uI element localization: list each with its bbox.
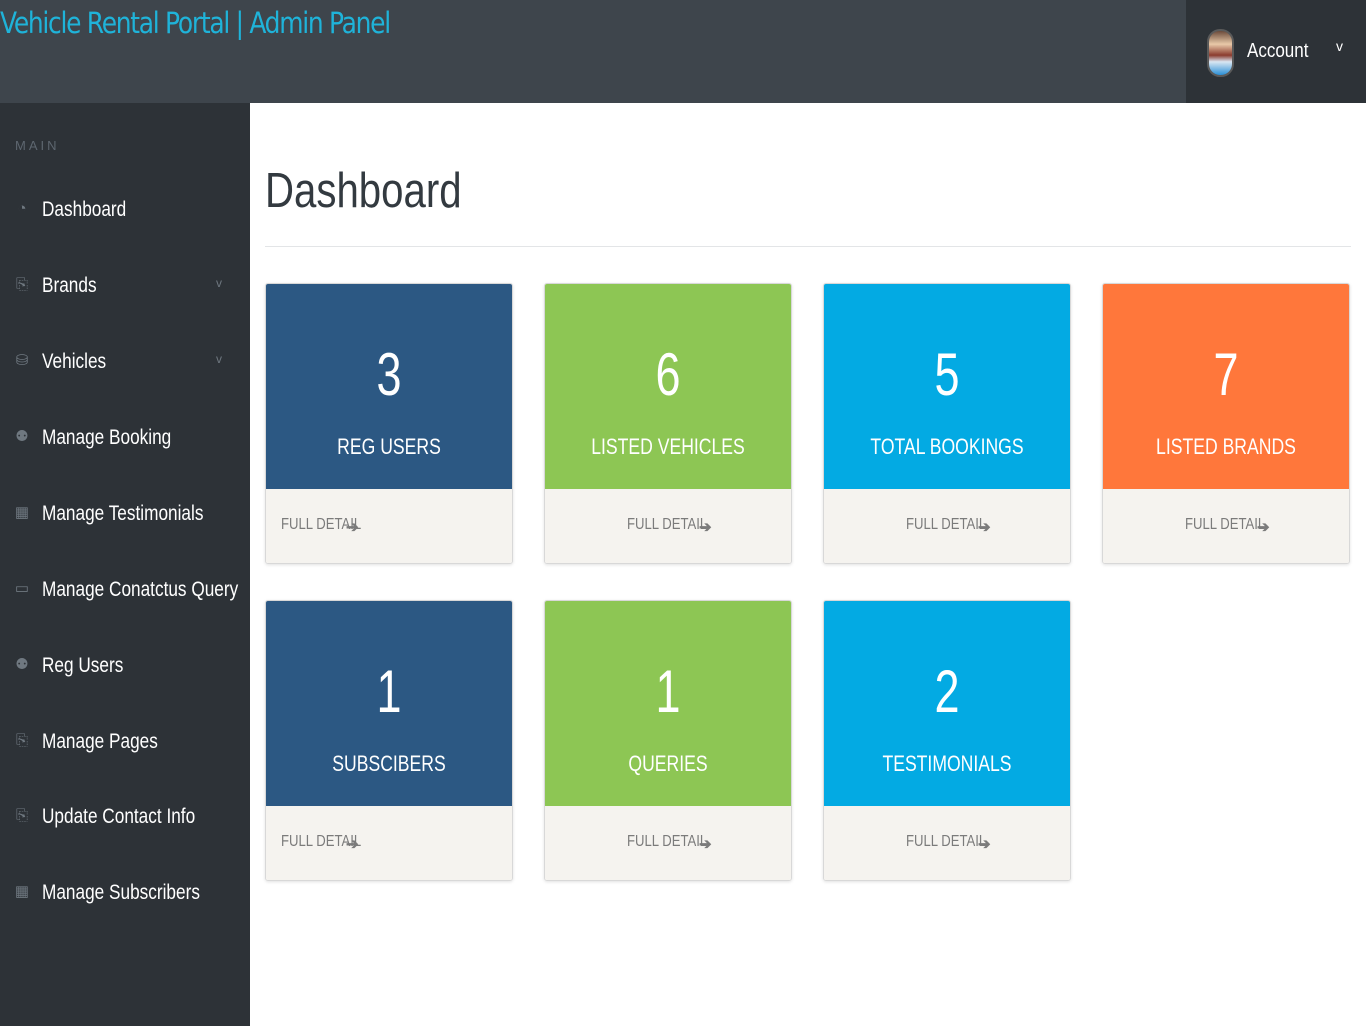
stat-label: TESTIMONIALS	[882, 751, 1012, 776]
arrow-right-icon[interactable]: ➔	[978, 835, 991, 853]
sidebar-item-label: Manage Booking	[42, 426, 172, 449]
stat-label: QUERIES	[628, 751, 708, 776]
card-header: 1 SUBSCIBERS	[266, 601, 512, 806]
app-title[interactable]: Vehicle Rental Portal | Admin Panel	[0, 6, 391, 40]
files-icon: ⎘	[15, 732, 28, 749]
stat-card-listed-brands: 7 LISTED BRANDS FULL DETAIL ➔	[1102, 283, 1350, 564]
stat-card-listed-vehicles: 6 LISTED VEHICLES FULL DETAIL ➔	[544, 283, 792, 564]
sidebar-item-label: Reg Users	[42, 654, 124, 677]
sidebar-item-manage-booking[interactable]: ⚉ Manage Booking	[0, 414, 250, 464]
stat-label: TOTAL BOOKINGS	[870, 434, 1024, 459]
top-navbar: Vehicle Rental Portal | Admin Panel Acco…	[0, 0, 1366, 103]
full-detail-label[interactable]: FULL DETAIL	[627, 833, 707, 851]
sidebar-item-label: Manage Testimonials	[42, 502, 204, 525]
stat-count: 5	[934, 341, 960, 408]
stat-label: SUBSCIBERS	[332, 751, 446, 776]
stat-count: 7	[1213, 341, 1239, 408]
sidebar-item-label: Manage Conatctus Query	[42, 578, 239, 601]
dashboard-icon: ◔	[17, 200, 27, 217]
account-menu[interactable]: Account v	[1186, 0, 1366, 103]
sidebar-item-label: Vehicles	[42, 350, 107, 373]
stat-count: 1	[655, 658, 681, 725]
stat-count: 3	[376, 341, 402, 408]
files-icon: ⎘	[15, 807, 28, 824]
sidebar-item-label: Brands	[42, 274, 97, 297]
stat-label: LISTED VEHICLES	[591, 434, 745, 459]
sidebar-item-reg-users[interactable]: ⚉ Reg Users	[0, 642, 250, 692]
stat-count: 6	[655, 341, 681, 408]
page-title: Dashboard	[265, 164, 462, 218]
sidebar-item-dashboard[interactable]: ◔ Dashboard	[0, 186, 250, 236]
card-header: 1 QUERIES	[545, 601, 791, 806]
stat-card-subscribers: 1 SUBSCIBERS FULL DETAIL ➔	[265, 600, 513, 881]
sidebar-item-manage-subscribers[interactable]: ▦ Manage Subscribers	[0, 869, 250, 919]
stat-label: LISTED BRANDS	[1156, 434, 1296, 459]
full-detail-label[interactable]: FULL DETAIL	[906, 516, 986, 534]
chevron-down-icon[interactable]: v	[216, 276, 222, 290]
sidebar-item-label: Dashboard	[42, 198, 127, 221]
sidebar-item-vehicles[interactable]: ⛁ Vehicles v	[0, 338, 250, 388]
stat-card-queries: 1 QUERIES FULL DETAIL ➔	[544, 600, 792, 881]
full-detail-label[interactable]: FULL DETAIL	[627, 516, 707, 534]
card-header: 6 LISTED VEHICLES	[545, 284, 791, 489]
sidebar: MAIN ◔ Dashboard ⎘ Brands v ⛁ Vehicles v…	[0, 103, 250, 1026]
card-header: 7 LISTED BRANDS	[1103, 284, 1349, 489]
chevron-down-icon[interactable]: v	[1336, 38, 1343, 54]
stat-card-total-bookings: 5 TOTAL BOOKINGS FULL DETAIL ➔	[823, 283, 1071, 564]
table-icon: ▦	[14, 504, 30, 521]
sidebar-item-manage-pages[interactable]: ⎘ Manage Pages	[0, 718, 250, 768]
sidebar-item-label: Manage Pages	[42, 730, 158, 753]
table-icon: ▦	[14, 883, 30, 900]
arrow-right-icon[interactable]: ➔	[346, 518, 359, 536]
arrow-right-icon[interactable]: ➔	[699, 518, 712, 536]
users-icon: ⚉	[15, 428, 29, 445]
card-header: 3 REG USERS	[266, 284, 512, 489]
chevron-down-icon[interactable]: v	[216, 352, 222, 366]
arrow-right-icon[interactable]: ➔	[1257, 518, 1270, 536]
main-content: Dashboard 3 REG USERS FULL DETAIL ➔ 6 LI…	[250, 103, 1366, 1026]
desktop-icon: ▭	[14, 580, 30, 597]
stat-label: REG USERS	[337, 434, 441, 459]
sidebar-item-label: Manage Subscribers	[42, 881, 200, 904]
full-detail-label[interactable]: FULL DETAIL	[1185, 516, 1265, 534]
card-header: 2 TESTIMONIALS	[824, 601, 1070, 806]
arrow-right-icon[interactable]: ➔	[978, 518, 991, 536]
full-detail-link[interactable]: FULL DETAIL ➔	[824, 489, 1070, 563]
full-detail-link[interactable]: FULL DETAIL ➔	[545, 489, 791, 563]
sitemap-icon: ⛁	[15, 352, 29, 369]
users-icon: ⚉	[15, 656, 29, 673]
account-label[interactable]: Account	[1247, 40, 1308, 63]
sidebar-heading: MAIN	[15, 138, 60, 153]
card-header: 5 TOTAL BOOKINGS	[824, 284, 1070, 489]
full-detail-link[interactable]: FULL DETAIL ➔	[266, 489, 512, 563]
divider	[265, 246, 1351, 247]
sidebar-item-manage-testimonials[interactable]: ▦ Manage Testimonials	[0, 490, 250, 540]
full-detail-link[interactable]: FULL DETAIL ➔	[1103, 489, 1349, 563]
stat-card-reg-users: 3 REG USERS FULL DETAIL ➔	[265, 283, 513, 564]
sidebar-item-label: Update Contact Info	[42, 805, 196, 828]
full-detail-link[interactable]: FULL DETAIL ➔	[266, 806, 512, 880]
arrow-right-icon[interactable]: ➔	[699, 835, 712, 853]
stat-count: 1	[376, 658, 402, 725]
avatar[interactable]	[1207, 29, 1234, 77]
sidebar-item-brands[interactable]: ⎘ Brands v	[0, 262, 250, 312]
stat-count: 2	[934, 658, 960, 725]
full-detail-link[interactable]: FULL DETAIL ➔	[824, 806, 1070, 880]
arrow-right-icon[interactable]: ➔	[346, 835, 359, 853]
stat-card-testimonials: 2 TESTIMONIALS FULL DETAIL ➔	[823, 600, 1071, 881]
full-detail-link[interactable]: FULL DETAIL ➔	[545, 806, 791, 880]
full-detail-label[interactable]: FULL DETAIL	[906, 833, 986, 851]
files-icon: ⎘	[15, 276, 28, 293]
sidebar-item-manage-contactus-query[interactable]: ▭ Manage Conatctus Query	[0, 566, 250, 616]
sidebar-item-update-contact-info[interactable]: ⎘ Update Contact Info	[0, 793, 250, 843]
